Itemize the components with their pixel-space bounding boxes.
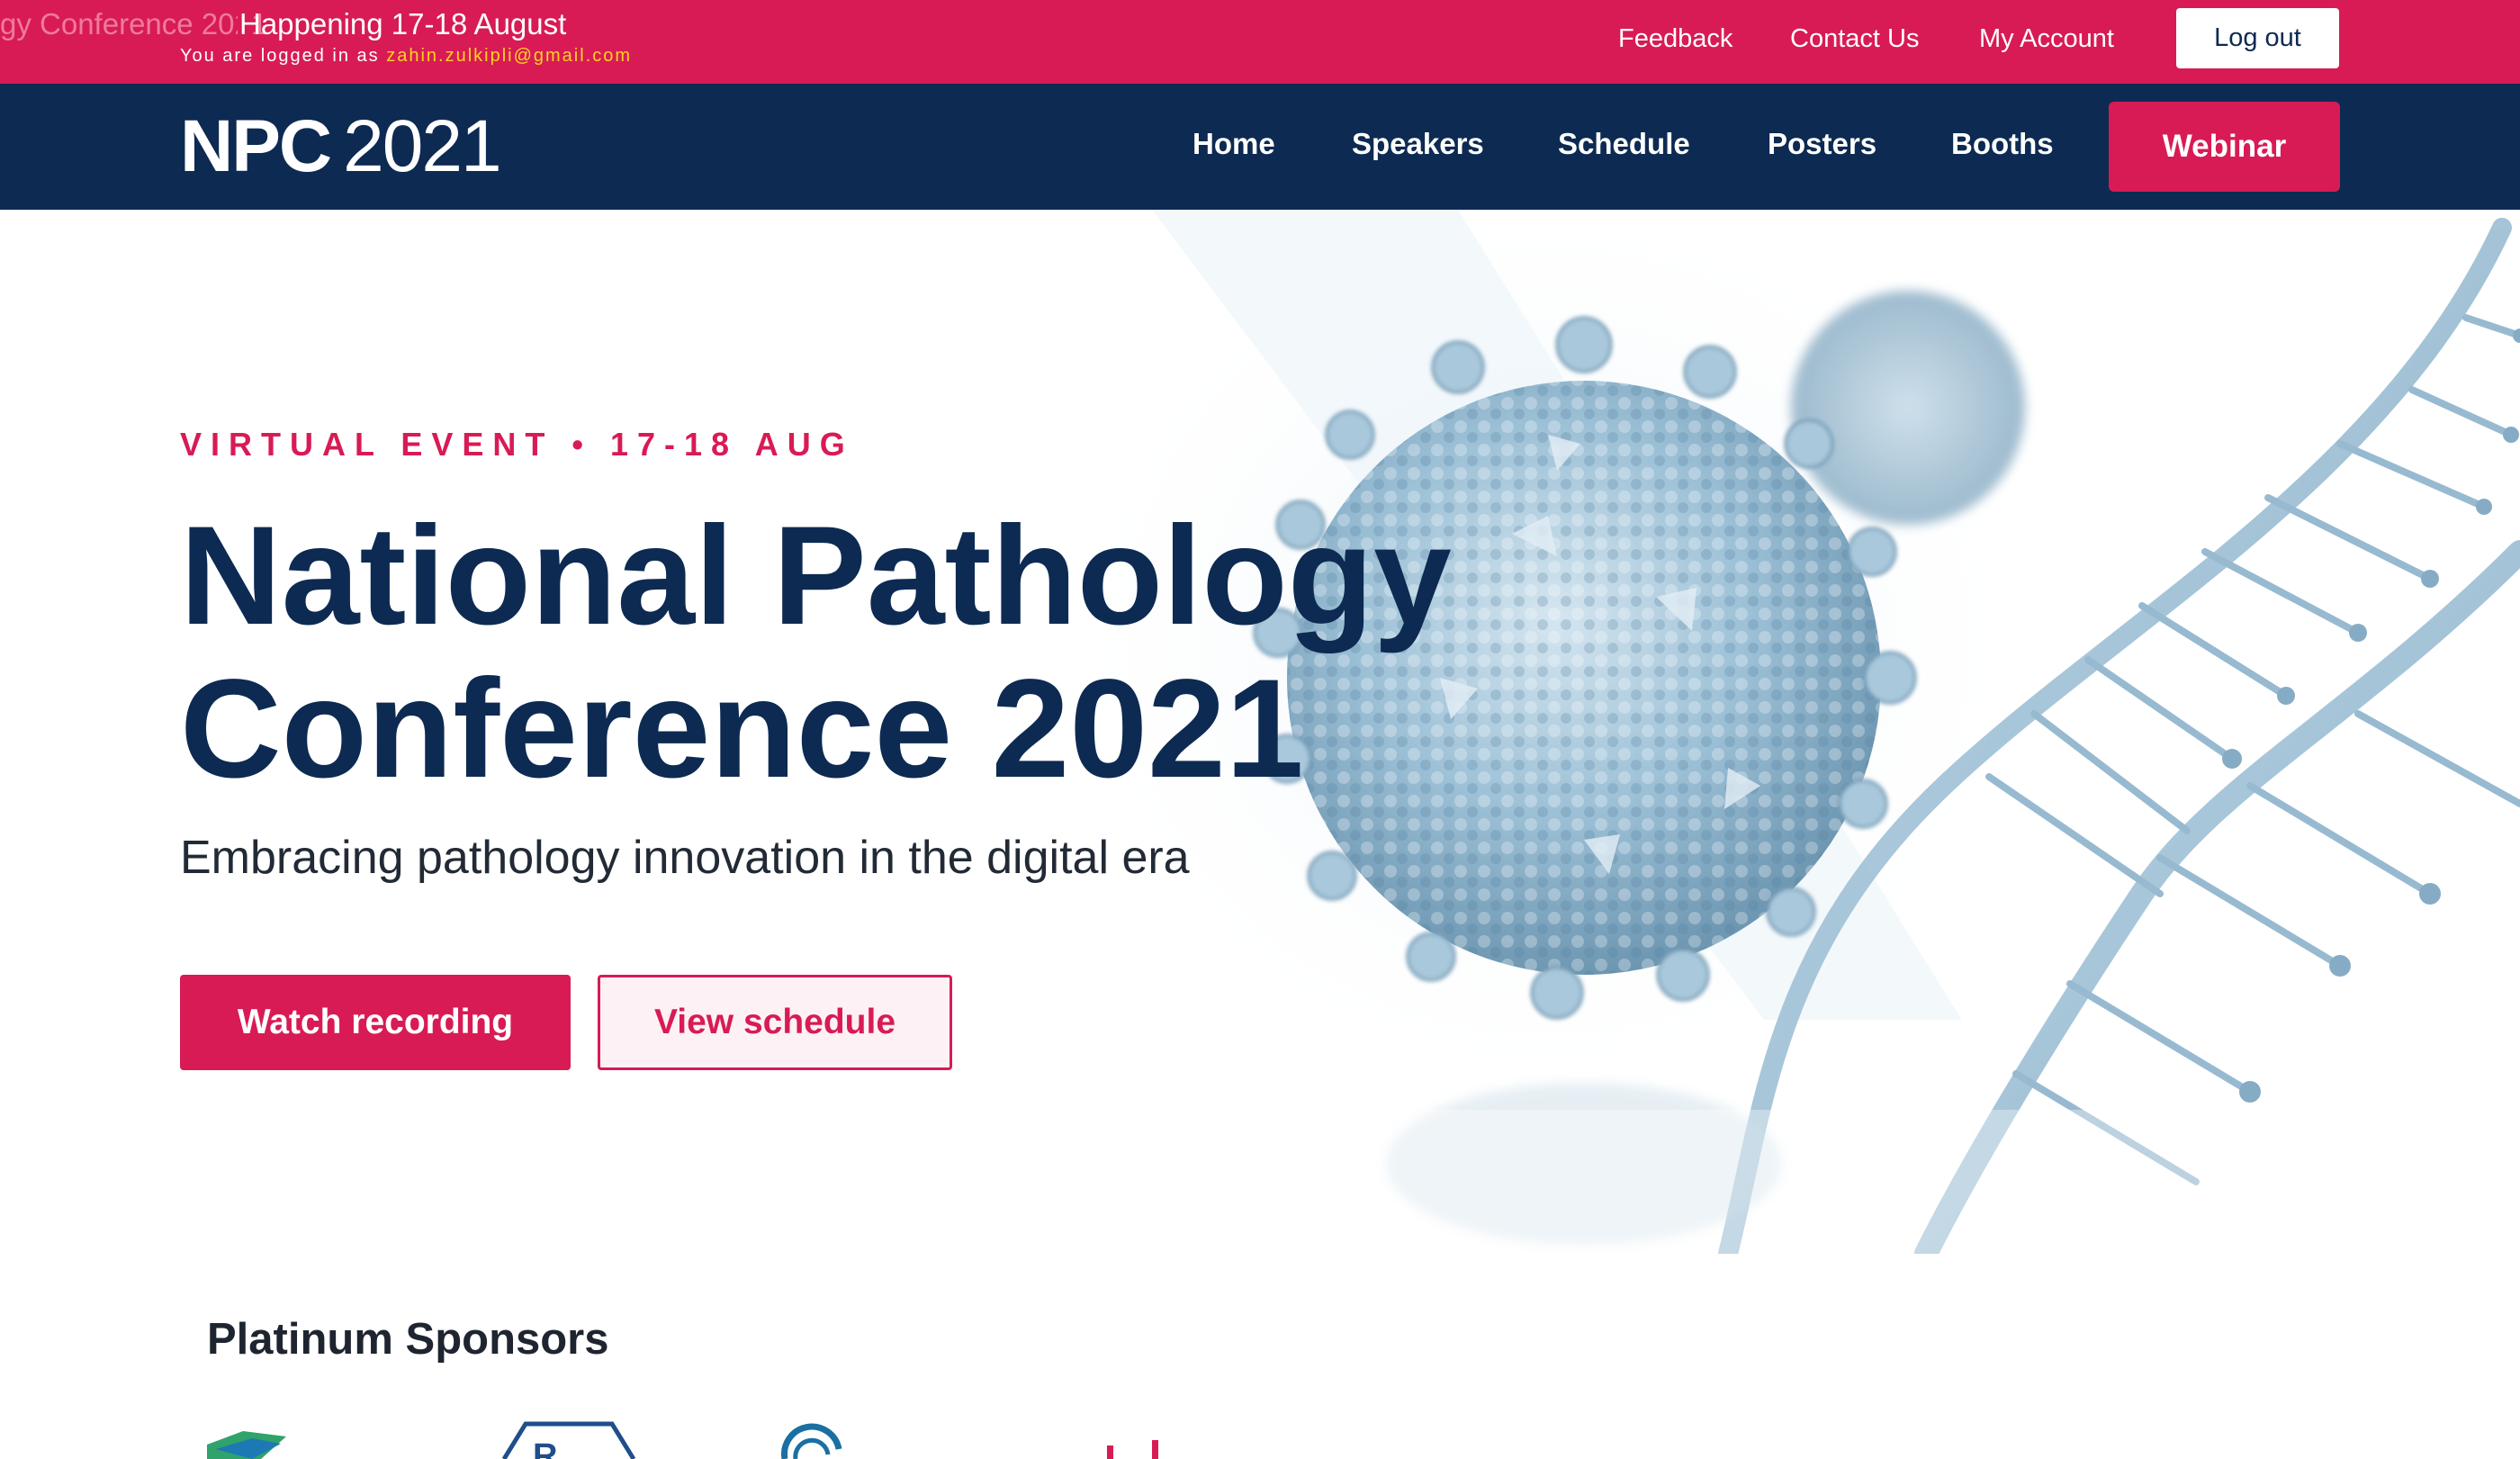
logged-in-email: zahin.zulkipli@gmail.com: [386, 46, 633, 66]
view-schedule-button[interactable]: View schedule: [598, 975, 952, 1070]
logo-wordmark: NPC: [180, 105, 332, 187]
event-eyebrow: VIRTUAL EVENT • 17-18 AUG: [180, 426, 854, 463]
page-title: National Pathology Conference 2021: [180, 500, 1620, 806]
small-virus: [1791, 291, 2025, 525]
sponsor-logo-1-icon: [207, 1431, 286, 1459]
main-navigation: NPC 2021 Home Speakers Schedule Posters …: [0, 84, 2520, 210]
npc-logo[interactable]: NPC 2021: [180, 105, 502, 188]
sponsor-logo-4-icon: [1107, 1440, 1158, 1459]
contact-us-link[interactable]: Contact Us: [1790, 24, 1919, 54]
logged-in-prefix: You are logged in as: [180, 46, 380, 66]
nav-schedule[interactable]: Schedule: [1558, 127, 1690, 161]
svg-text:R: R: [533, 1437, 557, 1459]
sponsor-logos-row: R: [207, 1421, 1158, 1459]
platinum-sponsors-heading: Platinum Sponsors: [207, 1315, 609, 1364]
hero-section: VIRTUAL EVENT • 17-18 AUG National Patho…: [0, 210, 2520, 1254]
announcement-bar: gy Conference 2021 Happening 17-18 Augus…: [0, 0, 2520, 84]
title-line-2: Conference 2021: [180, 651, 1304, 807]
watch-recording-button[interactable]: Watch recording: [180, 975, 571, 1070]
sponsor-logo-2-icon: R: [501, 1421, 636, 1459]
sponsor-logo-3-icon: [781, 1423, 842, 1459]
nav-booths[interactable]: Booths: [1951, 127, 2054, 161]
marquee-text: gy Conference 2021: [0, 7, 268, 41]
feedback-link[interactable]: Feedback: [1618, 24, 1732, 54]
logout-button[interactable]: Log out: [2176, 8, 2339, 68]
webinar-button[interactable]: Webinar: [2109, 102, 2340, 192]
my-account-link[interactable]: My Account: [1979, 24, 2114, 54]
event-date-banner: Happening 17-18 August: [239, 7, 567, 41]
nav-posters[interactable]: Posters: [1768, 127, 1876, 161]
title-line-1: National Pathology: [180, 498, 1452, 654]
nav-speakers[interactable]: Speakers: [1352, 127, 1484, 161]
logged-in-status: You are logged in as zahin.zulkipli@gmai…: [180, 46, 632, 67]
hero-subtitle: Embracing pathology innovation in the di…: [180, 832, 1190, 884]
logo-year: 2021: [343, 105, 501, 187]
nav-home[interactable]: Home: [1192, 127, 1275, 161]
